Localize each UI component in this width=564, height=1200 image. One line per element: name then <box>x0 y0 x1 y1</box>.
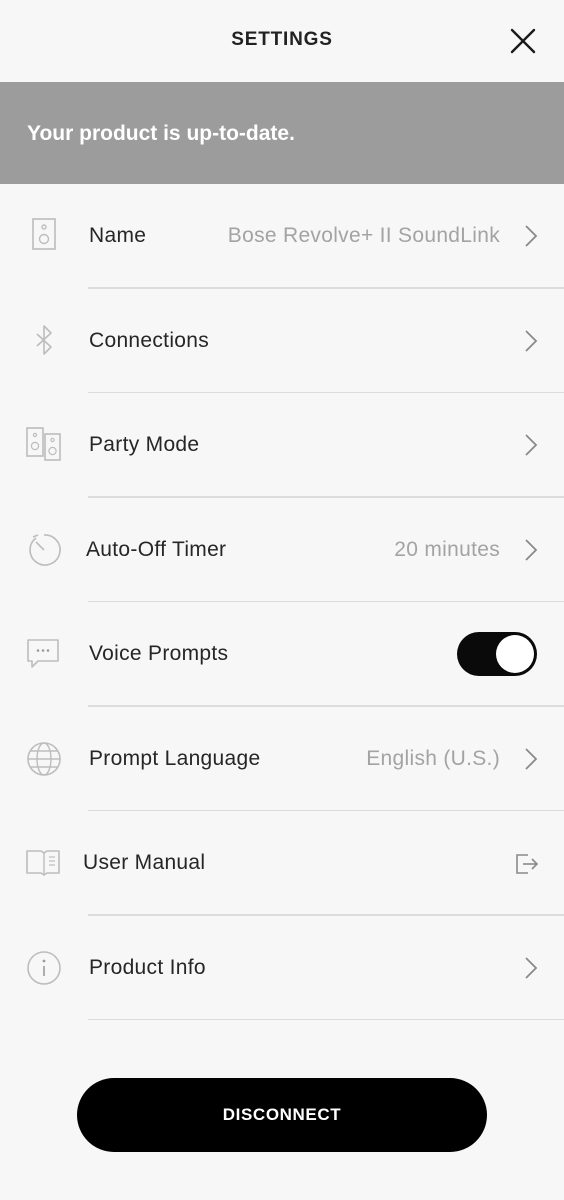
party-speakers-icon <box>24 425 64 465</box>
settings-item-label: Party Mode <box>89 433 200 456</box>
update-status-text: Your product is up-to-date. <box>27 122 295 145</box>
speaker-icon <box>24 216 64 256</box>
external-link-icon <box>514 851 540 877</box>
settings-item-label: User Manual <box>83 851 206 874</box>
settings-item-product-info[interactable]: Product Info <box>0 916 564 1020</box>
prompt-language-value: English (U.S.) <box>366 746 500 770</box>
toggle-knob <box>496 635 534 673</box>
settings-item-label: Prompt Language <box>89 746 261 770</box>
settings-item-label: Connections <box>89 328 210 352</box>
settings-item-user-manual[interactable]: User Manual <box>0 811 564 916</box>
close-icon <box>510 28 536 54</box>
update-status-banner: Your product is up-to-date. <box>0 82 564 184</box>
settings-item-label: Voice Prompts <box>89 642 229 665</box>
settings-item-party-mode[interactable]: Party Mode <box>0 393 564 498</box>
chevron-right-icon <box>522 536 540 564</box>
settings-item-label: Auto-Off Timer <box>86 537 227 561</box>
header: SETTINGS <box>0 0 564 82</box>
speaker-name-value: Bose Revolve+ II SoundLink <box>227 224 500 247</box>
disconnect-button[interactable]: DISCONNECT <box>77 1078 487 1152</box>
settings-item-name[interactable]: Name Bose Revolve+ II SoundLink <box>0 184 564 289</box>
divider <box>88 1018 564 1020</box>
voice-prompts-toggle[interactable] <box>457 632 537 676</box>
settings-item-voice-prompts: Voice Prompts <box>0 602 564 707</box>
speech-bubble-icon <box>24 634 64 674</box>
info-icon <box>24 948 64 988</box>
page-title: SETTINGS <box>231 29 333 50</box>
chevron-right-icon <box>522 327 540 355</box>
chevron-right-icon <box>522 431 540 459</box>
settings-item-label: Product Info <box>89 955 206 979</box>
settings-item-label: Name <box>89 224 147 247</box>
settings-item-connections[interactable]: Connections <box>0 289 564 393</box>
bluetooth-icon <box>24 321 64 361</box>
close-button[interactable] <box>508 26 538 56</box>
settings-item-auto-off-timer[interactable]: Auto-Off Timer 20 minutes <box>0 498 564 602</box>
chevron-right-icon <box>522 954 540 982</box>
chevron-right-icon <box>522 745 540 773</box>
globe-icon <box>24 739 64 779</box>
book-icon <box>24 843 64 883</box>
settings-screen: SETTINGS Your product is up-to-date. Nam… <box>0 0 564 1200</box>
settings-item-prompt-language[interactable]: Prompt Language English (U.S.) <box>0 707 564 811</box>
auto-off-timer-value: 20 minutes <box>394 537 500 561</box>
timer-icon <box>24 530 64 570</box>
settings-list: Name Bose Revolve+ II SoundLink Connecti… <box>0 184 564 1020</box>
chevron-right-icon <box>522 222 540 250</box>
